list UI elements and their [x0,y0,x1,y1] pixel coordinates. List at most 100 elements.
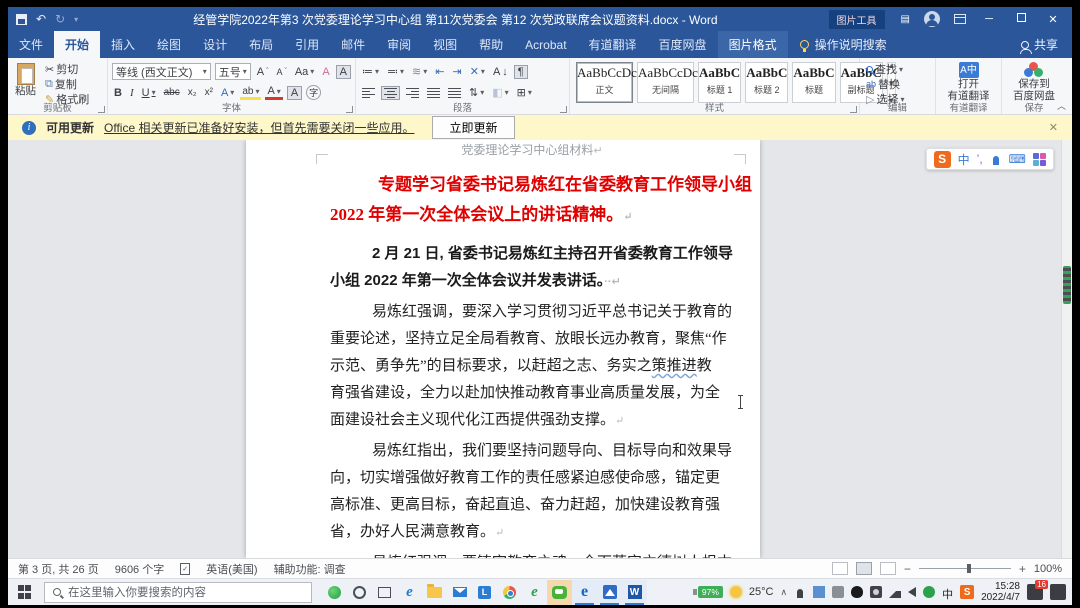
line-spacing-button[interactable]: ⇅▾ [467,86,486,99]
styles-dialog-launcher[interactable] [850,106,857,113]
weather-sun-icon[interactable] [730,586,742,598]
customize-qat-icon[interactable]: ▾ [74,15,78,24]
replace-button[interactable]: ab替换 [864,77,931,91]
tab-picture-format[interactable]: 图片格式 [718,31,788,58]
font-color-button[interactable]: A▾ [265,85,282,100]
zoom-level[interactable]: 100% [1034,563,1062,575]
battery-indicator[interactable]: 97% [698,586,723,598]
word-taskbar-icon[interactable]: W [622,580,647,605]
document-page[interactable]: 党委理论学习中心组材料↵ 专题学习省委书记易炼红在省委教育工作领导小组 2022… [246,140,760,558]
account-avatar[interactable] [924,11,940,27]
soft-keyboard-icon[interactable]: ⌨ [1009,152,1026,166]
tab-acrobat[interactable]: Acrobat [514,31,577,58]
zoom-slider-thumb[interactable] [967,564,971,573]
edge-icon[interactable]: e [572,580,597,605]
open-youdao-button[interactable]: A中 打开 有道翻译 [940,61,997,103]
vertical-scrollbar[interactable] [1061,140,1072,558]
pc-manager-icon[interactable]: L [472,580,497,605]
task-view-icon[interactable] [372,580,397,605]
print-layout-icon[interactable] [856,562,872,575]
action-center-icon[interactable] [1050,584,1066,600]
sogou-tray-icon[interactable]: S [960,585,974,599]
character-shading-button[interactable]: A [287,86,302,100]
netdisk-app-icon[interactable] [597,580,622,605]
qq-tray-icon[interactable] [851,586,863,598]
start-button[interactable] [18,585,32,599]
style-no-spacing[interactable]: AaBbCcDc 无间隔 [637,62,694,103]
tab-baidu-netdisk[interactable]: 百度网盘 [648,31,718,58]
tab-file[interactable]: 文件 [8,31,54,58]
sogou-toolbox-icon[interactable] [1033,153,1046,166]
tab-design[interactable]: 设计 [192,31,238,58]
web-layout-icon[interactable] [880,562,896,575]
distribute-icon[interactable] [446,88,463,98]
subscript-button[interactable]: x₂ [186,87,199,98]
update-now-button[interactable]: 立即更新 [432,116,514,139]
sogou-input-toolbar[interactable]: S 中 ’, ⌨ [926,148,1054,170]
restore-button[interactable] [1012,13,1030,25]
zoom-in-icon[interactable]: + [1019,562,1026,576]
asian-layout-button[interactable]: ✕▾ [468,65,487,78]
superscript-button[interactable]: x² [203,87,215,98]
shading-button[interactable]: ◧▾ [490,86,510,99]
page-indicator[interactable]: 第 3 页, 共 26 页 [18,561,99,577]
language-indicator[interactable]: 英语(美国) [206,561,257,577]
hidden-icons-chevron[interactable]: ∧ [780,587,787,598]
emoji-icon[interactable]: ’, [977,152,983,166]
style-title[interactable]: AaBbC 标题 [792,62,835,103]
proofing-status-icon[interactable]: ✓ [180,563,190,575]
share-button[interactable]: 共享 [1021,31,1072,58]
utility-tray-icon[interactable] [832,586,844,598]
font-name-combo[interactable]: 等线 (西文正文)▾ [112,63,211,80]
tab-home[interactable]: 开始 [54,31,100,58]
ribbon-display-options-icon[interactable] [954,14,966,24]
close-button[interactable]: ✕ [1044,13,1062,26]
read-mode-icon[interactable] [832,562,848,575]
notification-app-icon[interactable]: 16 [1027,584,1043,600]
save-icon[interactable] [16,14,27,25]
align-center-icon[interactable] [381,86,400,100]
change-case-button[interactable]: Aa▾ [293,66,316,78]
collapse-ribbon-icon[interactable]: ︿ [1057,99,1066,112]
highlight-color-button[interactable]: ab▾ [240,86,261,100]
microphone-tray-icon[interactable] [797,589,803,598]
file-explorer-icon[interactable] [422,580,447,605]
clipboard-dialog-launcher[interactable] [98,106,105,113]
tell-me-search[interactable]: 操作说明搜索 [800,31,887,58]
tab-youdao[interactable]: 有道翻译 [578,31,648,58]
help-icon[interactable]: ▤ [901,14,910,25]
increase-indent-icon[interactable]: ⇥ [450,65,463,78]
style-heading2[interactable]: AaBbC 标题 2 [745,62,788,103]
accessibility-status[interactable]: 辅助功能: 调查 [274,561,346,577]
font-size-combo[interactable]: 五号▾ [215,63,251,80]
voice-input-icon[interactable] [993,156,999,165]
zoom-slider[interactable] [919,568,1011,569]
input-mode-indicator[interactable]: 中 [958,151,970,168]
tab-view[interactable]: 视图 [422,31,468,58]
network-signal-icon[interactable] [889,586,901,598]
clear-formatting-button[interactable]: A [320,66,331,78]
volume-icon[interactable] [908,587,916,597]
multilevel-list-button[interactable]: ≋▾ [410,65,429,78]
tab-references[interactable]: 引用 [284,31,330,58]
italic-button[interactable]: I [128,87,136,99]
tab-review[interactable]: 审阅 [376,31,422,58]
camera-tray-icon[interactable] [870,586,882,598]
document-canvas[interactable]: 党委理论学习中心组材料↵ 专题学习省委书记易炼红在省委教育工作领导小组 2022… [8,140,1072,558]
font-dialog-launcher[interactable] [346,106,353,113]
decrease-indent-icon[interactable]: ⇤ [433,65,446,78]
redo-icon[interactable]: ↻ [55,12,65,26]
shrink-font-button[interactable]: Aˇ [274,67,288,77]
strikethrough-button[interactable]: abc [162,87,182,98]
minimize-button[interactable]: ─ [980,13,998,25]
screenshot-tray-icon[interactable] [813,586,825,598]
cortana-icon[interactable] [347,580,372,605]
show-hide-marks-button[interactable]: ¶ [514,65,528,79]
notification-close-icon[interactable]: ✕ [1049,121,1058,134]
style-normal[interactable]: AaBbCcDc 正文 [576,62,633,103]
temperature[interactable]: 25°C [749,586,774,598]
mail-icon[interactable] [447,580,472,605]
tab-draw[interactable]: 绘图 [146,31,192,58]
scrollbar-thumb[interactable] [1063,266,1071,304]
wechat-icon[interactable] [547,580,572,605]
